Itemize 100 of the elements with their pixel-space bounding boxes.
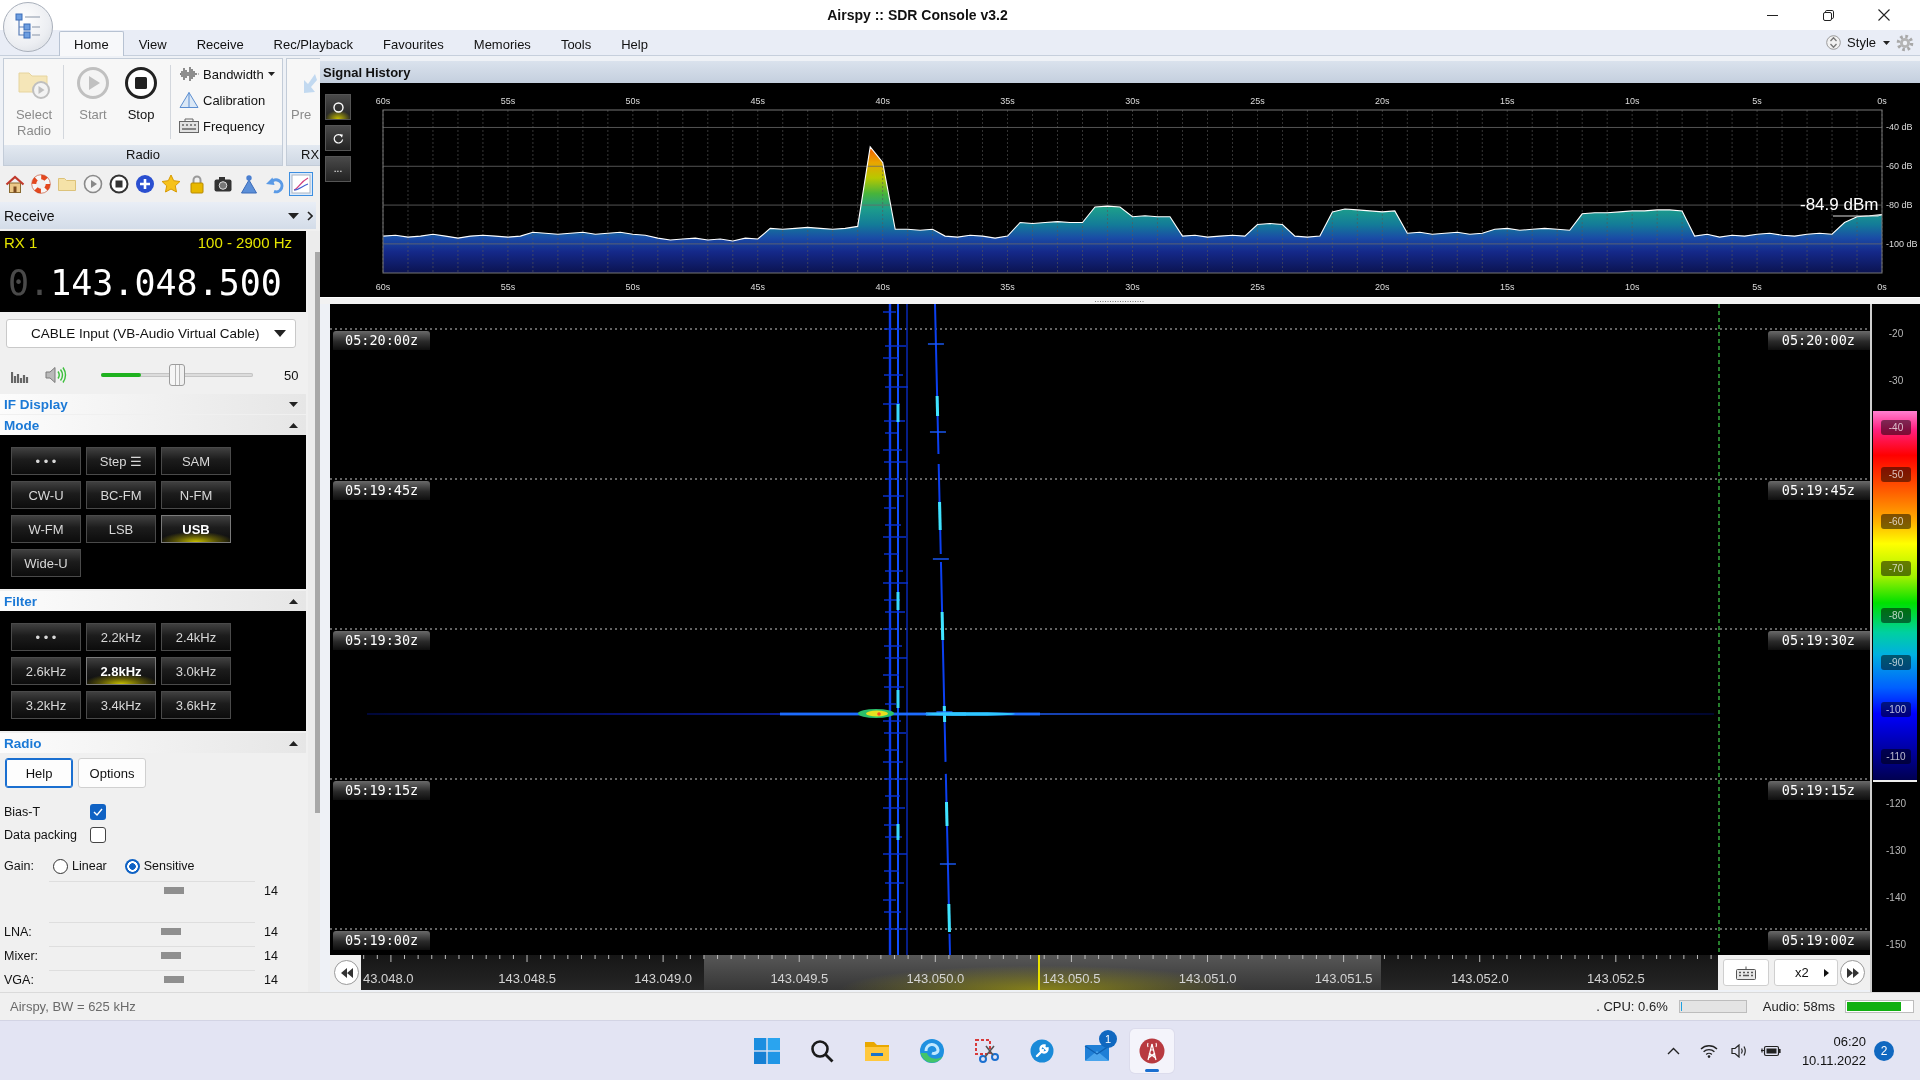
- section-header[interactable]: IF Display: [0, 394, 306, 414]
- taskbar-app[interactable]: 1: [1075, 1028, 1119, 1073]
- slider-thumb[interactable]: [160, 928, 181, 935]
- mode-button[interactable]: 2.4kHz: [161, 623, 231, 651]
- mode-button[interactable]: 2.8kHz: [86, 657, 156, 685]
- mode-button[interactable]: • • •: [11, 447, 81, 475]
- waterfall-display[interactable]: 05:20:00z 05:20:00z 05:19:45z 05:19:45z 05:19:30z 05:19:30z 05:19:15z 05:19:15z 05:19:00z 05:19:00z: [330, 304, 1870, 955]
- time-axis-label: 15s: [1500, 96, 1515, 106]
- scale-label: -50: [1881, 467, 1911, 482]
- volume-slider[interactable]: [101, 364, 253, 386]
- rewind-icon: [340, 967, 353, 978]
- time-axis-label: 5s: [1752, 282, 1762, 292]
- scissors-icon: [974, 1037, 1000, 1064]
- scroll-left-button[interactable]: [334, 960, 359, 985]
- slider-thumb[interactable]: [164, 976, 185, 983]
- time-label: 05:19:15z: [333, 781, 431, 800]
- ribbon-button[interactable]: Stop: [117, 66, 165, 123]
- mode-button[interactable]: 3.0kHz: [161, 657, 231, 685]
- radio-button[interactable]: [53, 858, 68, 874]
- clock-date[interactable]: 10.11.2022: [1801, 1050, 1866, 1070]
- ribbon-button[interactable]: Bandwidth: [176, 61, 275, 87]
- mode-button[interactable]: 2.2kHz: [86, 623, 156, 651]
- mode-button[interactable]: USB: [161, 515, 231, 543]
- mode-button[interactable]: 3.4kHz: [86, 691, 156, 719]
- mode-button[interactable]: 3.2kHz: [11, 691, 81, 719]
- mode-button[interactable]: N-FM: [161, 481, 231, 509]
- ribbon-tab[interactable]: Rec/Playback: [258, 32, 369, 55]
- mode-button[interactable]: 3.6kHz: [161, 691, 231, 719]
- keyboard-button[interactable]: [1723, 959, 1769, 986]
- restore-icon: [1822, 9, 1834, 21]
- radio-button[interactable]: [124, 858, 140, 874]
- frequency-label: 143.050.5: [1042, 971, 1101, 986]
- mode-button[interactable]: SAM: [161, 447, 231, 475]
- chart-tool-button[interactable]: [325, 94, 351, 120]
- time-axis-label: 10s: [1624, 282, 1640, 292]
- mode-button[interactable]: Step ☰: [86, 447, 156, 475]
- scrollbar[interactable]: [315, 252, 320, 813]
- clock-time[interactable]: 06:20: [1833, 1031, 1866, 1051]
- slider-thumb[interactable]: [164, 887, 185, 894]
- ribbon-tab[interactable]: Help: [606, 32, 663, 55]
- time-label: 05:19:30z: [1767, 631, 1870, 650]
- mode-button[interactable]: Wide-U: [11, 549, 81, 577]
- refresh-icon: [332, 132, 344, 144]
- mode-button[interactable]: • • •: [11, 623, 81, 651]
- caret-icon: [1824, 968, 1829, 977]
- slider-thumb[interactable]: [169, 364, 185, 386]
- section-header[interactable]: Filter: [0, 591, 306, 611]
- caret-icon[interactable]: [288, 212, 299, 219]
- time-axis-label: 55s: [500, 96, 516, 106]
- section-header[interactable]: Mode: [0, 415, 306, 435]
- up-down-icon[interactable]: [1826, 34, 1842, 51]
- ribbon-tab[interactable]: Home: [59, 31, 124, 56]
- battery-icon[interactable]: [1760, 1044, 1781, 1057]
- chevron-up-icon[interactable]: [1666, 1046, 1680, 1055]
- time-label: 05:20:00z: [1767, 331, 1870, 350]
- ribbon-tab[interactable]: Receive: [181, 32, 259, 55]
- ribbon-button[interactable]: Frequency: [176, 113, 275, 139]
- grip-icon[interactable]: [1095, 299, 1145, 303]
- frequency-scale[interactable]: 43.048.0 143.048.5 143.049.0 143.049.5 143.050.0 143.050.5 143.051.0 143.051.5 143.052.0 143.052.5: [361, 955, 1718, 990]
- caret-icon: [289, 740, 298, 746]
- audio-device-dropdown[interactable]: CABLE Input (VB-Audio Virtual Cable): [6, 319, 296, 348]
- slider-thumb[interactable]: [160, 952, 181, 959]
- ribbon-tab[interactable]: Favourites: [368, 32, 459, 55]
- panel-button[interactable]: Help: [5, 758, 73, 788]
- time-axis-label: 30s: [1125, 96, 1140, 106]
- mode-button[interactable]: W-FM: [11, 515, 81, 543]
- style-menu[interactable]: Style: [1847, 35, 1890, 50]
- toolbar-button[interactable]: [107, 172, 131, 196]
- ribbon-tab[interactable]: View: [123, 32, 182, 55]
- toolbar-button[interactable]: [133, 172, 157, 196]
- mode-button[interactable]: 2.6kHz: [11, 657, 81, 685]
- mode-button[interactable]: BC-FM: [86, 481, 156, 509]
- stop-icon: [124, 66, 158, 100]
- wifi-icon[interactable]: [1699, 1043, 1718, 1058]
- checkbox[interactable]: [90, 804, 106, 820]
- swirl-icon: [919, 1037, 945, 1064]
- time-label: 05:19:30z: [333, 631, 431, 650]
- keypad-icon: [179, 118, 199, 134]
- checkbox[interactable]: [90, 827, 106, 843]
- ribbon-tab[interactable]: Tools: [545, 32, 607, 55]
- speaker-icon[interactable]: [1730, 1043, 1748, 1058]
- chart-tool-button[interactable]: ...: [325, 156, 351, 182]
- fast-forward-button[interactable]: [1840, 960, 1865, 985]
- panel-button[interactable]: Options: [78, 758, 146, 788]
- time-label: 05:19:00z: [1767, 931, 1870, 950]
- tuning-marker[interactable]: [1038, 955, 1040, 990]
- ribbon-tab[interactable]: Memories: [458, 32, 546, 55]
- lifebuoy-icon: [31, 174, 51, 194]
- signal-readout: -84.9 dBm: [1800, 195, 1879, 214]
- ribbon-button[interactable]: Calibration: [176, 87, 275, 113]
- mode-button[interactable]: CW-U: [11, 481, 81, 509]
- notification-badge[interactable]: 2: [1874, 1040, 1894, 1061]
- zoom-dropdown[interactable]: x2: [1774, 959, 1838, 986]
- time-label: 05:19:45z: [333, 481, 431, 500]
- chevron-icon[interactable]: [307, 210, 313, 221]
- chart-tool-button[interactable]: [325, 125, 351, 151]
- frequency-display[interactable]: 0.143.048.500: [0, 261, 282, 305]
- settings-icon[interactable]: [1896, 33, 1914, 52]
- section-header[interactable]: Radio: [0, 733, 306, 753]
- mode-button[interactable]: LSB: [86, 515, 156, 543]
